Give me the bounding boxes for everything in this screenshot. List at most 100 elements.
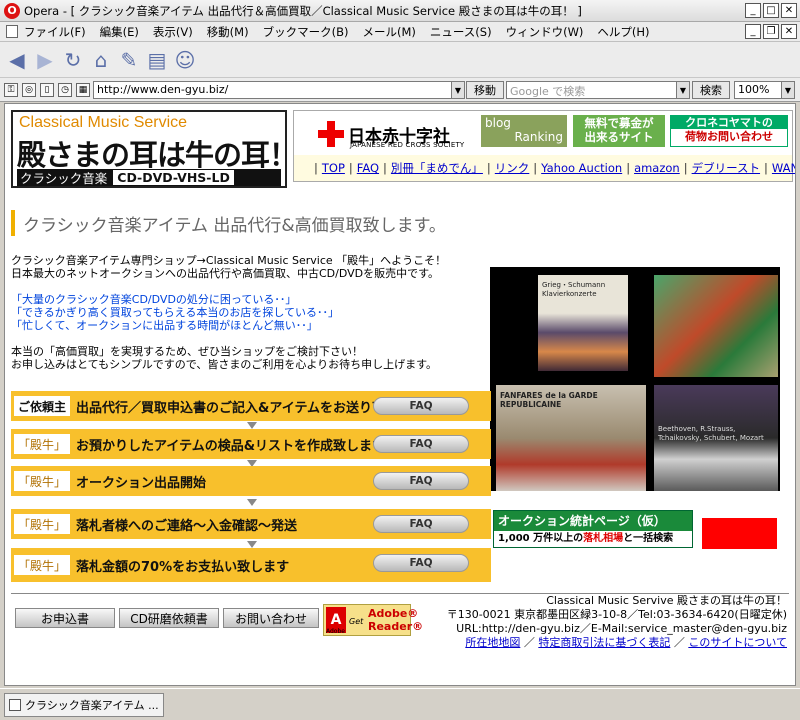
maximize-button[interactable]: □ (763, 3, 779, 18)
logo-sub-genre: クラシック音楽 (20, 171, 108, 186)
title-bar: O Opera - [ クラシック音楽アイテム 出品代行＆高価買取／Classi… (0, 0, 800, 22)
print-icon[interactable]: ▤ (146, 48, 168, 72)
flow-step-1: ご依頼主 出品代行／買取申込書のご記入&アイテムをお送り下さい FAQ (11, 391, 491, 421)
link-legal[interactable]: 特定商取引法に基づく表記 (538, 636, 670, 649)
red-banner-placeholder[interactable] (702, 518, 777, 549)
forward-icon[interactable]: ▶ (34, 48, 56, 72)
step-3-tag: 「殿牛」 (14, 471, 71, 491)
security-icon[interactable]: ⚿ (4, 82, 18, 97)
window-title: Opera - [ クラシック音楽アイテム 出品代行＆高価買取／Classica… (24, 3, 582, 18)
site-logo[interactable]: Classical Music Service 殿さまの耳は牛の耳！ クラシック… (11, 110, 298, 188)
step-1-text: 出品代行／買取申込書のご記入&アイテムをお送り下さい (76, 400, 412, 416)
cd-caption-philips: Beethoven, R.Strauss, Tchaikovsky, Schub… (658, 425, 764, 442)
footer-site-name: Classical Music Servive 殿さまの耳は牛の耳！ (546, 594, 787, 607)
document-icon[interactable] (6, 25, 18, 38)
page-tab[interactable]: クラシック音楽アイテム ... (4, 693, 164, 717)
zoom-dropdown[interactable]: ▼ (781, 81, 795, 99)
flow-step-5: 「殿牛」 落札金額の70%をお支払い致します FAQ (11, 548, 491, 582)
link-debrist[interactable]: デブリースト (692, 160, 760, 176)
doc-close-button[interactable]: ✕ (781, 24, 797, 39)
menu-bar: ファイル(F) 編集(E) 表示(V) 移動(M) ブックマーク(B) メール(… (0, 22, 800, 42)
blog-ranking-banner[interactable]: blog Ranking (481, 115, 567, 147)
flow-arrow (247, 499, 257, 506)
application-form-button[interactable]: お申込書 (15, 608, 115, 628)
footer-info: Classical Music Servive 殿さまの耳は牛の耳！ 〒130-… (387, 594, 787, 650)
cd-photo-grieg: Grieg・Schumann Klavierkonzerte (538, 275, 628, 371)
menu-view[interactable]: 表示(V) (153, 24, 193, 40)
footer-url-email: URL:http://den-gyu.biz／E-Mail:service_ma… (456, 622, 787, 635)
step-2-faq-button[interactable]: FAQ (373, 435, 469, 453)
intro-description: 日本最大のネットオークションへの出品代行や高価買取、中古CD/DVDを販売中です… (11, 267, 440, 280)
link-wanted[interactable]: WANTED (772, 161, 795, 175)
go-button[interactable]: 移動 (466, 81, 504, 99)
contact-button[interactable]: お問い合わせ (223, 608, 319, 628)
zoom-select[interactable]: 100% (734, 81, 784, 99)
back-icon[interactable]: ◀ (6, 48, 28, 72)
page-viewport: Classical Music Service 殿さまの耳は牛の耳！ クラシック… (4, 103, 796, 686)
page-icon[interactable]: ▯ (40, 82, 54, 97)
menu-bookmarks[interactable]: ブックマーク(B) (263, 24, 349, 40)
donation-banner[interactable]: 無料で募金が 出来るサイト (573, 115, 665, 147)
menu-help[interactable]: ヘルプ(H) (597, 24, 649, 40)
step-3-text: オークション出品開始 (76, 475, 207, 491)
close-button[interactable]: ✕ (781, 3, 797, 18)
link-links[interactable]: リンク (495, 160, 530, 176)
banner-row: 日本赤十字社 JAPANESE RED CROSS SOCIETY blog R… (293, 110, 795, 182)
adobe-get: Get (349, 617, 364, 626)
doc-restore-button[interactable]: ❐ (763, 24, 779, 39)
bookmark-icon[interactable]: ✎ (118, 48, 140, 72)
donation-line2: 出来るサイト (584, 130, 654, 144)
step-3-faq-button[interactable]: FAQ (373, 472, 469, 490)
cd-photo-philips: Beethoven, R.Strauss, Tchaikovsky, Schub… (654, 385, 778, 491)
link-top[interactable]: TOP (322, 161, 345, 175)
step-1-faq-button[interactable]: FAQ (373, 397, 469, 415)
link-amazon[interactable]: amazon (634, 161, 680, 175)
search-button[interactable]: 検索 (692, 81, 730, 99)
page-heading: クラシック音楽アイテム 出品代行&高価買取致します。 (11, 210, 781, 236)
step-4-faq-button[interactable]: FAQ (373, 515, 469, 533)
step-5-faq-button[interactable]: FAQ (373, 554, 469, 572)
intro-closing: お申し込みはとてもシンプルですので、皆さまのご利用を心よりお待ち申し上げます。 (11, 358, 438, 371)
auction-sub-post: と一括検索 (623, 533, 674, 544)
link-map[interactable]: 所在地地図 (465, 636, 520, 649)
menu-navigate[interactable]: 移動(M) (207, 24, 249, 40)
document-controls: _ ❐ ✕ (745, 24, 797, 39)
intro-text: クラシック音楽アイテム専門ショップ→Classical Music Servic… (11, 254, 481, 384)
menu-news[interactable]: ニュース(S) (430, 24, 492, 40)
kuroneko-line2: 荷物お問い合わせ (685, 130, 773, 143)
link-yahoo-auction[interactable]: Yahoo Auction (541, 161, 622, 175)
link-faq[interactable]: FAQ (357, 161, 379, 175)
cookie-icon[interactable]: ◎ (22, 82, 36, 97)
logo-tagline: Classical Music Service (19, 114, 188, 131)
cd-photo-collage: Grieg・Schumann Klavierkonzerte FANFARES … (490, 267, 780, 491)
flow-arrow (247, 541, 257, 548)
menu-window[interactable]: ウィンドウ(W) (506, 24, 584, 40)
user-icon[interactable]: ☺ (174, 48, 196, 72)
menu-file[interactable]: ファイル(F) (24, 24, 86, 40)
minimize-button[interactable]: _ (745, 3, 761, 18)
search-dropdown[interactable]: ▼ (676, 81, 690, 99)
address-input[interactable]: http://www.den-gyu.biz/ (93, 81, 465, 99)
link-about[interactable]: このサイトについて (688, 636, 787, 649)
search-input[interactable]: Google で検索 (506, 81, 690, 99)
intro-quote-3: 「忙しくて、オークションに出品する時間がほとんど無い･･」 (11, 319, 318, 332)
history-icon[interactable]: ◷ (58, 82, 72, 97)
menu-mail[interactable]: メール(M) (362, 24, 415, 40)
reload-icon[interactable]: ↻ (62, 48, 84, 72)
link-mameden[interactable]: 別冊「まめでん」 (391, 160, 483, 176)
menu-edit[interactable]: 編集(E) (100, 24, 139, 40)
auction-stats-banner[interactable]: オークション統計ページ（仮） 1,000 万件以上の落札相場と一括検索 (493, 510, 693, 548)
flow-step-3: 「殿牛」 オークション出品開始 FAQ (11, 466, 491, 496)
step-2-text: お預かりしたアイテムの検品&リストを作成致します (76, 438, 386, 454)
donation-line1: 無料で募金が (584, 116, 654, 130)
address-dropdown[interactable]: ▼ (451, 81, 465, 99)
home-icon[interactable]: ⌂ (90, 48, 112, 72)
cd-polish-form-button[interactable]: CD研磨依頼書 (119, 608, 219, 628)
site-icon[interactable]: ▦ (76, 82, 90, 97)
step-5-text: 落札金額の70%をお支払い致します (76, 559, 290, 575)
kuroneko-banner[interactable]: クロネコヤマトの 荷物お問い合わせ (670, 115, 788, 147)
tab-title: クラシック音楽アイテム ... (25, 699, 159, 712)
blog-label: blog (485, 116, 511, 130)
doc-minimize-button[interactable]: _ (745, 24, 761, 39)
opera-icon: O (4, 2, 20, 19)
